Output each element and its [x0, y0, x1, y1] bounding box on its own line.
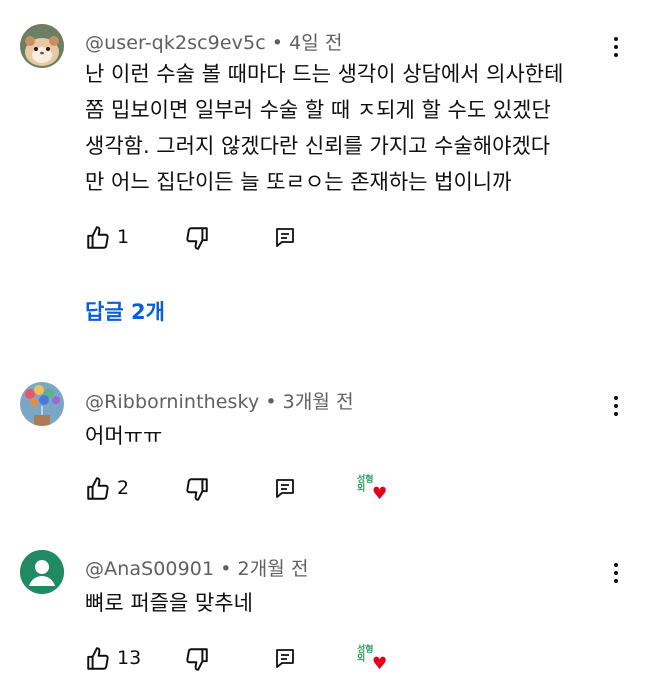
- more-vert-icon-dot: [614, 579, 618, 583]
- like-button[interactable]: 13: [85, 646, 155, 674]
- avatar[interactable]: [20, 550, 64, 594]
- default-user-avatar-icon: [20, 550, 64, 594]
- comment-text: 뼈로 퍼즐을 맞추네: [85, 591, 253, 615]
- more-vert-icon-dot: [614, 571, 618, 575]
- reply-icon: [276, 649, 294, 668]
- comment-3: @AnaS00901 • 2개월 전 뼈로 퍼즐을 맞추네 13 성형외 ♥: [0, 0, 658, 683]
- dislike-button[interactable]: [184, 646, 212, 674]
- author-name[interactable]: @AnaS00901: [85, 558, 214, 580]
- creator-heart-icon: 성형외 ♥: [357, 646, 391, 676]
- reply-button[interactable]: [273, 646, 301, 674]
- heart-icon: ♥: [372, 654, 388, 674]
- like-count: 13: [117, 647, 142, 669]
- meta-separator: •: [220, 558, 232, 580]
- thumbs-down-icon: [186, 648, 208, 671]
- comment-time[interactable]: 2개월 전: [238, 558, 309, 580]
- more-vert-icon: [614, 563, 618, 567]
- comment-meta: @AnaS00901 • 2개월 전: [85, 554, 309, 581]
- more-options-button[interactable]: [604, 558, 628, 588]
- thumbs-up-icon: [87, 647, 109, 670]
